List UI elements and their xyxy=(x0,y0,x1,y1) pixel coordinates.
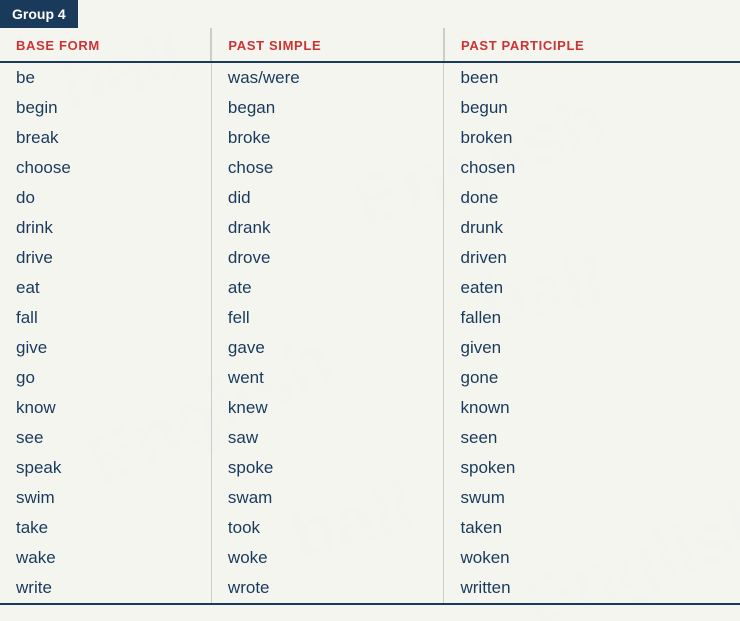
table-row: dodiddone xyxy=(0,183,740,213)
cell-base-form: give xyxy=(0,333,211,363)
table-row: fallfellfallen xyxy=(0,303,740,333)
table-container: BASE FORM PAST SIMPLE PAST PARTICIPLE be… xyxy=(0,28,740,605)
cell-base-form: eat xyxy=(0,273,211,303)
table-row: drivedrovedriven xyxy=(0,243,740,273)
cell-base-form: wake xyxy=(0,543,211,573)
cell-base-form: do xyxy=(0,183,211,213)
cell-base-form: drink xyxy=(0,213,211,243)
cell-base-form: begin xyxy=(0,93,211,123)
cell-past-participle: gone xyxy=(444,363,740,393)
table-row: writewrotewritten xyxy=(0,573,740,604)
cell-base-form: go xyxy=(0,363,211,393)
cell-base-form: drive xyxy=(0,243,211,273)
cell-past-participle: driven xyxy=(444,243,740,273)
table-row: wakewokewoken xyxy=(0,543,740,573)
cell-base-form: take xyxy=(0,513,211,543)
cell-past-participle: broken xyxy=(444,123,740,153)
cell-past-participle: taken xyxy=(444,513,740,543)
table-row: gowentgone xyxy=(0,363,740,393)
cell-past-participle: drunk xyxy=(444,213,740,243)
col-past-simple: PAST SIMPLE xyxy=(211,28,444,62)
cell-past-participle: spoken xyxy=(444,453,740,483)
table-header-row: BASE FORM PAST SIMPLE PAST PARTICIPLE xyxy=(0,28,740,62)
cell-past-simple: ate xyxy=(211,273,444,303)
cell-past-participle: begun xyxy=(444,93,740,123)
cell-base-form: write xyxy=(0,573,211,604)
cell-past-simple: fell xyxy=(211,303,444,333)
col-past-participle: PAST PARTICIPLE xyxy=(444,28,740,62)
cell-past-participle: known xyxy=(444,393,740,423)
cell-past-participle: chosen xyxy=(444,153,740,183)
cell-past-simple: did xyxy=(211,183,444,213)
cell-past-simple: spoke xyxy=(211,453,444,483)
cell-past-simple: took xyxy=(211,513,444,543)
table-row: drinkdrankdrunk xyxy=(0,213,740,243)
cell-past-simple: was/were xyxy=(211,62,444,93)
cell-past-participle: seen xyxy=(444,423,740,453)
cell-past-simple: saw xyxy=(211,423,444,453)
table-row: givegavegiven xyxy=(0,333,740,363)
irregular-verbs-table: BASE FORM PAST SIMPLE PAST PARTICIPLE be… xyxy=(0,28,740,605)
cell-past-participle: eaten xyxy=(444,273,740,303)
table-row: speakspokespoken xyxy=(0,453,740,483)
cell-base-form: see xyxy=(0,423,211,453)
cell-base-form: break xyxy=(0,123,211,153)
cell-past-simple: gave xyxy=(211,333,444,363)
table-row: breakbrokebroken xyxy=(0,123,740,153)
table-row: beginbeganbegun xyxy=(0,93,740,123)
group-header: Group 4 xyxy=(0,0,78,28)
cell-past-participle: woken xyxy=(444,543,740,573)
cell-past-participle: fallen xyxy=(444,303,740,333)
cell-past-participle: swum xyxy=(444,483,740,513)
cell-past-simple: drank xyxy=(211,213,444,243)
table-row: knowknewknown xyxy=(0,393,740,423)
cell-past-simple: chose xyxy=(211,153,444,183)
table-row: swimswamswum xyxy=(0,483,740,513)
cell-base-form: choose xyxy=(0,153,211,183)
cell-base-form: be xyxy=(0,62,211,93)
col-base-form: BASE FORM xyxy=(0,28,211,62)
cell-past-participle: written xyxy=(444,573,740,604)
cell-past-simple: wrote xyxy=(211,573,444,604)
cell-base-form: swim xyxy=(0,483,211,513)
page: Group 4 BASE FORM PAST SIMPLE PAST PARTI… xyxy=(0,0,740,621)
cell-base-form: speak xyxy=(0,453,211,483)
cell-past-simple: woke xyxy=(211,543,444,573)
table-row: bewas/werebeen xyxy=(0,62,740,93)
cell-base-form: know xyxy=(0,393,211,423)
table-row: seesawseen xyxy=(0,423,740,453)
cell-past-participle: been xyxy=(444,62,740,93)
table-row: eatateeaten xyxy=(0,273,740,303)
cell-base-form: fall xyxy=(0,303,211,333)
cell-past-participle: done xyxy=(444,183,740,213)
cell-past-participle: given xyxy=(444,333,740,363)
cell-past-simple: went xyxy=(211,363,444,393)
cell-past-simple: drove xyxy=(211,243,444,273)
table-row: taketooktaken xyxy=(0,513,740,543)
cell-past-simple: knew xyxy=(211,393,444,423)
table-row: choosechosechosen xyxy=(0,153,740,183)
cell-past-simple: swam xyxy=(211,483,444,513)
cell-past-simple: began xyxy=(211,93,444,123)
cell-past-simple: broke xyxy=(211,123,444,153)
